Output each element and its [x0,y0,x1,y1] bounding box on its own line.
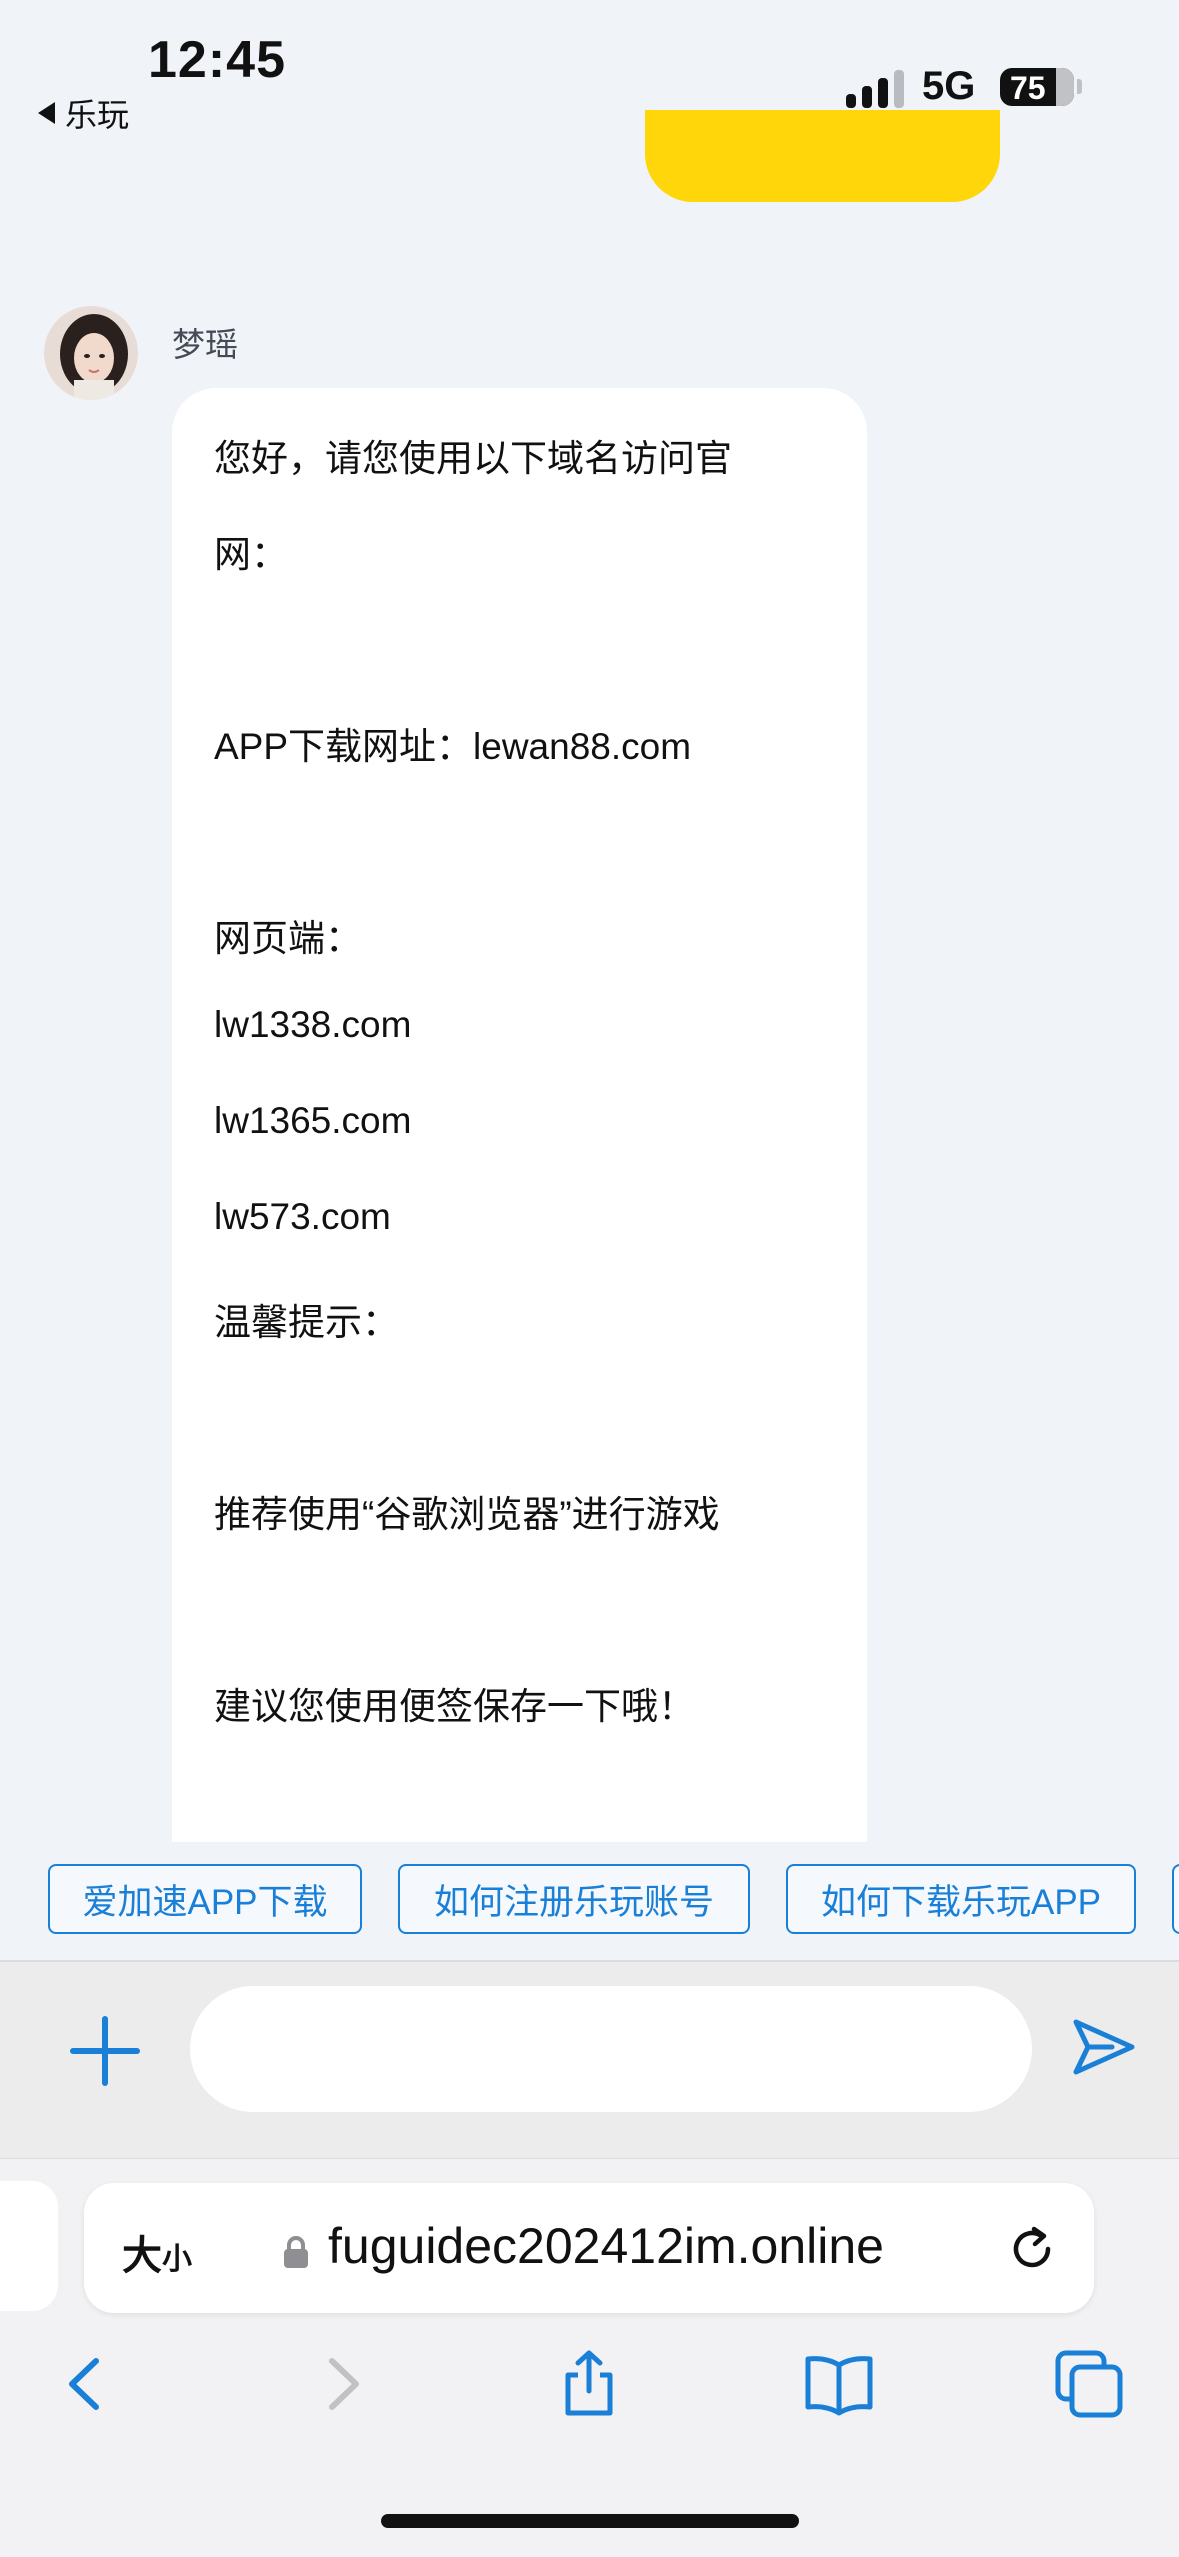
quick-reply-chip[interactable]: 爱加速APP下载 [48,1864,362,1934]
message-line: 推荐使用“谷歌浏览器”进行游戏 [214,1494,720,1535]
add-attachment-icon[interactable] [70,2016,140,2086]
text-size-large: 大 [122,2234,162,2278]
battery-cap [1077,79,1082,94]
quick-reply-chip[interactable]: 如何下载乐玩APP [786,1864,1136,1934]
send-icon[interactable] [1068,2012,1138,2082]
message-line: 网： [214,534,288,575]
message-input-bar [0,1962,1179,2158]
back-icon[interactable] [52,2349,122,2419]
back-app-label: 乐玩 [65,97,130,133]
message-line: 建议您使用便签保存一下哦！ [214,1686,695,1727]
message-line: lw573.com [214,1196,391,1237]
tabs-icon[interactable] [1054,2349,1124,2419]
previous-tab-preview[interactable] [0,2181,58,2311]
message-line: 您好，请您使用以下域名访问官 [214,438,732,479]
browser-nav-row [0,2339,1179,2429]
lock-icon [284,2236,308,2268]
agent-message-bubble: 您好，请您使用以下域名访问官 网： APP下载网址：lewan88.com 网页… [172,388,867,1848]
share-icon[interactable] [554,2349,624,2419]
battery-icon: 75 [1000,68,1074,106]
message-input[interactable] [190,1986,1032,2112]
browser-toolbar: 大小 fuguidec202412im.online [0,2158,1179,2557]
quick-reply-chip-partial[interactable] [1172,1864,1179,1934]
message-line: 网页端： [214,918,362,959]
address-bar[interactable]: 大小 fuguidec202412im.online [84,2183,1094,2313]
quick-reply-chip[interactable]: 如何注册乐玩账号 [398,1864,750,1934]
user-message-bubble [645,110,1000,202]
quick-reply-bar: 爱加速APP下载 如何注册乐玩账号 如何下载乐玩APP [0,1842,1179,1962]
text-size-button[interactable]: 大小 [122,2223,192,2281]
home-indicator[interactable] [381,2514,799,2528]
message-line: APP下载网址：lewan88.com [214,726,692,767]
status-time: 12:45 [148,31,286,89]
url-text: fuguidec202412im.online [328,2218,884,2274]
agent-avatar[interactable] [44,306,138,400]
bookmarks-icon[interactable] [804,2349,874,2419]
agent-name: 梦瑶 [172,326,238,363]
message-line: 温馨提示： [214,1302,399,1343]
network-type: 5G [922,64,976,108]
battery-level: 75 [1010,70,1046,106]
message-line: lw1365.com [214,1100,412,1141]
text-size-small: 小 [162,2243,192,2276]
back-triangle-icon [38,102,55,124]
back-to-app-button[interactable]: 乐玩 [38,90,129,136]
forward-icon[interactable] [306,2349,376,2419]
message-line: lw1338.com [214,1004,412,1045]
status-bar: 12:45 乐玩 5G 75 [0,0,1179,150]
cellular-signal-icon [846,68,904,108]
reload-icon[interactable] [1004,2221,1060,2277]
